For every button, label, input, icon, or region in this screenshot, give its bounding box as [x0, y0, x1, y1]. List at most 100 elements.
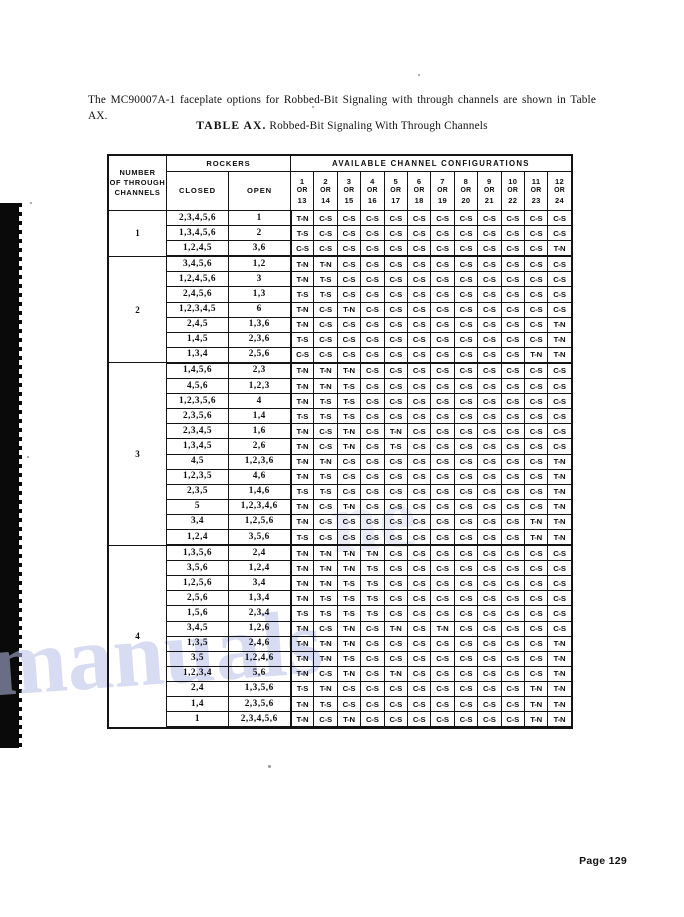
channel-config-cell: T-S [360, 605, 385, 622]
table-row: 1,2,5,6 3,4 T-N T-N T-S T-S C-S C-S C-S C-S C-S C-S… [109, 575, 572, 592]
channel-config-cell: C-S [477, 711, 502, 729]
rockers-closed-cell: 1,2,3,5 [166, 468, 229, 485]
channel-config-cell: C-S [406, 665, 432, 682]
rockers-open-cell: 1,4,6 [228, 483, 292, 500]
channel-config-cell: T-N [289, 453, 315, 470]
channel-config-cell: C-S [453, 483, 479, 500]
channel-config-cell: C-S [360, 393, 385, 410]
channel-config-cell: C-S [523, 605, 549, 622]
channel-config-cell: C-S [430, 346, 455, 364]
table-row: 3,4 1,2,5,6 T-N C-S C-S C-S C-S C-S C-S C-S C-S C-S… [109, 513, 572, 530]
channel-config-cell: C-S [383, 650, 408, 667]
channel-config-cell: C-S [453, 378, 479, 395]
channel-config-cell: C-S [453, 468, 479, 485]
through-channel-count-cell: 4 [108, 544, 167, 728]
header-config-col-9: 9 OR 21 [477, 171, 502, 211]
channel-config-cell: C-S [360, 498, 385, 515]
channel-config-cell: T-N [289, 635, 315, 652]
channel-config-cell: C-S [500, 528, 525, 547]
channel-config-cell: T-S [336, 605, 362, 622]
channel-config-cell: C-S [383, 711, 408, 729]
table-row: 1,2,3,4,5 6 T-N C-S T-N C-S C-S C-S C-S C-S C-S C-S… [109, 301, 572, 318]
channel-config-cell: C-S [406, 513, 432, 530]
channel-config-cell: T-S [289, 408, 315, 425]
table-row: 2,3,5 1,4,6 T-S T-S C-S C-S C-S C-S C-S C-S C-S C-S… [109, 483, 572, 500]
channel-config-cell: T-N [383, 665, 408, 682]
channel-config-cell: C-S [430, 605, 455, 622]
channel-config-cell: T-N [289, 393, 315, 410]
table-row: 2,4,5 1,3,6 T-N C-S C-S C-S C-S C-S C-S C-S C-S C-S… [109, 316, 572, 333]
channel-config-cell: C-S [500, 635, 525, 652]
config-col-top-number: 8 [463, 176, 469, 186]
channel-config-cell: T-N [289, 498, 315, 515]
channel-config-cell: C-S [406, 620, 432, 637]
table-row: 1,3,4 2,5,6 C-S C-S C-S C-S C-S C-S C-S C-S C-S C-S… [109, 346, 572, 364]
channel-config-cell: T-N [289, 438, 315, 455]
channel-config-cell: C-S [523, 225, 549, 242]
channel-config-cell: C-S [406, 498, 432, 515]
config-col-or-label: OR [483, 187, 495, 195]
channel-config-cell: T-N [289, 665, 315, 682]
rockers-closed-cell: 2,3,5,6 [166, 408, 229, 425]
rockers-closed-cell: 1,2,4,5,6 [166, 271, 229, 288]
channel-config-cell: C-S [360, 209, 385, 227]
channel-config-cell: C-S [453, 393, 479, 410]
channel-config-cell: C-S [477, 378, 502, 395]
rockers-open-cell: 5,6 [228, 665, 292, 682]
table-row: 2 3,4,5,6 1,2 T-N T-N C-S C-S C-S C-S C-S C-S C-S C-… [108, 255, 572, 364]
channel-config-cell: C-S [547, 209, 572, 227]
header-config-col-8: 8 OR 20 [453, 171, 479, 211]
channel-config-cell: T-S [289, 528, 315, 547]
channel-config-cell: T-N [289, 575, 315, 592]
channel-config-cell: C-S [430, 438, 455, 455]
channel-config-cell: C-S [313, 711, 338, 729]
config-col-top-number: 12 [555, 176, 565, 186]
channel-config-cell: T-N [289, 423, 315, 440]
table-row: 1 2,3,4,5,6 1 T-N C-S C-S C-S C-S C-S C-S C-S C-S C-… [108, 209, 572, 257]
header-row-top: NUMBER OF THROUGH CHANNELS ROCKERS AVAIL… [108, 155, 572, 211]
channel-config-cell: T-S [383, 438, 408, 455]
channel-config-cell: C-S [406, 346, 432, 364]
channel-config-cell: C-S [523, 301, 549, 318]
channel-config-cell: T-N [289, 590, 315, 607]
config-col-bottom-number: 21 [484, 195, 494, 205]
channel-config-cell: C-S [500, 240, 525, 258]
channel-config-cell: C-S [336, 331, 362, 348]
channel-config-cell: T-N [313, 544, 338, 562]
channel-config-cell: C-S [523, 650, 549, 667]
channel-config-cell: C-S [360, 408, 385, 425]
channel-config-cell: T-N [313, 453, 338, 470]
channel-config-cell: C-S [383, 255, 408, 273]
channel-config-cell: T-N [547, 711, 572, 729]
channel-config-cell: C-S [336, 680, 362, 698]
channel-config-cell: C-S [406, 680, 432, 698]
channel-config-cell: C-S [360, 271, 385, 288]
channel-config-cell: C-S [500, 286, 525, 303]
channel-config-cell: C-S [406, 423, 432, 440]
rockers-closed-cell: 1,4 [166, 695, 229, 713]
channel-config-cell: C-S [383, 271, 408, 288]
rockers-closed-cell: 1,2,3,4,5 [166, 301, 229, 318]
rockers-closed-cell: 1,2,3,5,6 [166, 393, 229, 410]
table-row: 1,2,3,4 5,6 T-N C-S T-N C-S T-N C-S C-S C-S C-S C-S… [109, 665, 572, 682]
channel-config-cell: C-S [406, 271, 432, 288]
channel-config-cell: C-S [477, 362, 502, 380]
channel-config-cell: C-S [547, 271, 572, 288]
channel-config-cell: C-S [360, 301, 385, 318]
channel-config-cell: C-S [453, 513, 479, 530]
channel-config-cell: C-S [547, 393, 572, 410]
channel-config-cell: T-N [313, 378, 338, 395]
config-col-bottom-number: 18 [414, 195, 424, 205]
channel-config-cell: C-S [477, 590, 502, 607]
channel-config-cell: C-S [523, 378, 549, 395]
channel-config-cell: C-S [383, 301, 408, 318]
channel-config-cell: T-N [547, 316, 572, 333]
channel-config-cell: C-S [336, 286, 362, 303]
table-row: 3 1,4,5,6 2,3 T-N T-N T-N C-S C-S C-S C-S C-S C-S C-… [108, 362, 572, 546]
channel-config-cell: C-S [547, 560, 572, 577]
channel-config-cell: T-N [289, 209, 315, 227]
rockers-closed-cell: 3,4,5 [166, 620, 229, 637]
channel-config-cell: C-S [360, 665, 385, 682]
channel-config-cell: T-N [289, 620, 315, 637]
channel-config-cell: C-S [360, 468, 385, 485]
